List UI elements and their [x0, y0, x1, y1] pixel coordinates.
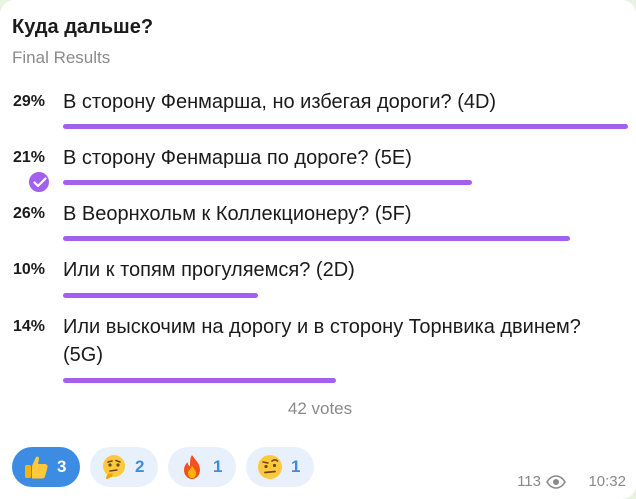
- poll-option-percent: 10%: [13, 261, 46, 278]
- eye-icon: [546, 475, 566, 489]
- poll-message-bubble: Куда дальше? Final Results 29% В сторону…: [0, 0, 636, 499]
- reaction-raised-eyebrow[interactable]: 1: [246, 447, 314, 487]
- reaction-count: 3: [57, 457, 67, 476]
- poll-option-bar: [63, 124, 628, 129]
- thumbs-up-icon: [25, 456, 48, 479]
- poll-option-bar: [63, 236, 570, 241]
- poll-option-label: В сторону Фенмарша, но избегая дороги? (…: [63, 91, 497, 113]
- chosen-checkmark-icon: [27, 170, 51, 194]
- poll-option-bar: [63, 293, 258, 298]
- reaction-thumbs-up[interactable]: 3: [12, 447, 80, 487]
- poll-question: Куда дальше?: [12, 16, 154, 38]
- poll-option-label: Или выскочим на дорогу и в сторону Торнв…: [63, 316, 581, 366]
- poll-option-percent: 26%: [13, 205, 46, 222]
- reaction-thinking[interactable]: 2: [90, 447, 158, 487]
- raised-eyebrow-face-icon: [258, 455, 282, 479]
- reaction-count: 1: [213, 457, 223, 476]
- poll-option-percent: 29%: [13, 93, 46, 110]
- poll-option-label: Или к топям прогуляемся? (2D): [63, 259, 355, 281]
- message-time: 10:32: [588, 473, 626, 490]
- poll-option-label: В Веорнхольм к Коллекционеру? (5F): [63, 203, 412, 225]
- fire-icon: [184, 455, 200, 479]
- poll-option-percent: 14%: [13, 318, 46, 335]
- poll-option-percent: 21%: [13, 149, 46, 166]
- reaction-count: 2: [135, 457, 145, 476]
- poll-option-bar: [63, 180, 472, 185]
- poll-option-label: В сторону Фенмарша по дороге? (5E): [63, 147, 412, 169]
- thinking-face-icon: [103, 455, 125, 479]
- reaction-count: 1: [291, 457, 301, 476]
- votes-count[interactable]: 42 votes: [0, 399, 636, 419]
- poll-option-bar: [63, 378, 336, 383]
- reaction-fire[interactable]: 1: [168, 447, 236, 487]
- view-count: 113: [517, 473, 541, 490]
- poll-status-label: Final Results: [12, 48, 111, 67]
